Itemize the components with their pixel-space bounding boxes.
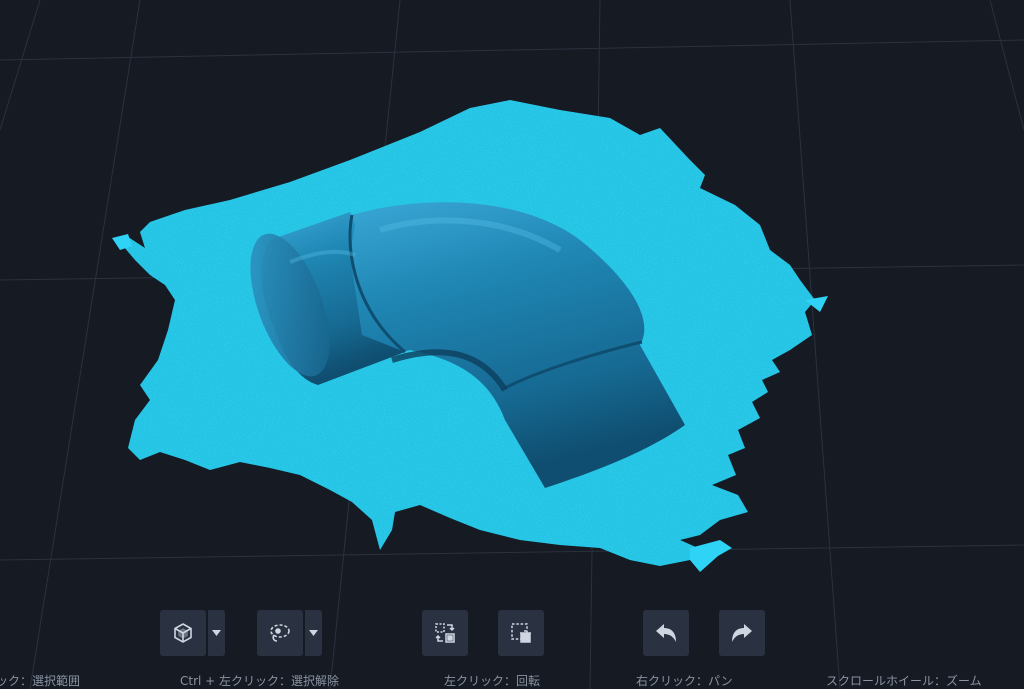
hint-select-range: ック：選択範囲 xyxy=(0,674,81,688)
caret-down-icon xyxy=(212,630,221,636)
hint-zoom: スクロールホイール：ズーム xyxy=(826,674,982,688)
scan-scene[interactable] xyxy=(0,0,1024,689)
bottom-toolbar xyxy=(0,610,1024,658)
undo-button[interactable] xyxy=(643,610,689,656)
undo-icon xyxy=(654,622,678,644)
caret-down-icon xyxy=(309,630,318,636)
invert-selection-button[interactable] xyxy=(422,610,468,656)
lasso-mode-button[interactable] xyxy=(257,610,303,656)
select-mode-dropdown[interactable] xyxy=(208,610,225,656)
lasso-mode-dropdown[interactable] xyxy=(305,610,322,656)
redo-icon xyxy=(730,622,754,644)
delete-selection-icon xyxy=(510,622,532,644)
redo-button[interactable] xyxy=(719,610,765,656)
hint-pan: 右クリック：パン xyxy=(636,674,733,688)
select-mode-button[interactable] xyxy=(160,610,206,656)
cube-select-icon xyxy=(172,622,194,644)
hint-deselect: Ctrl + 左クリック：選択解除 xyxy=(180,674,340,688)
hint-rotate: 左クリック：回転 xyxy=(444,674,541,688)
mouse-hints-bar: ック：選択範囲 Ctrl + 左クリック：選択解除 左クリック：回転 右クリック… xyxy=(0,674,1024,689)
delete-selection-button[interactable] xyxy=(498,610,544,656)
invert-selection-icon xyxy=(434,622,456,644)
lasso-icon xyxy=(268,622,292,644)
3d-viewport[interactable]: ック：選択範囲 Ctrl + 左クリック：選択解除 左クリック：回転 右クリック… xyxy=(0,0,1024,689)
